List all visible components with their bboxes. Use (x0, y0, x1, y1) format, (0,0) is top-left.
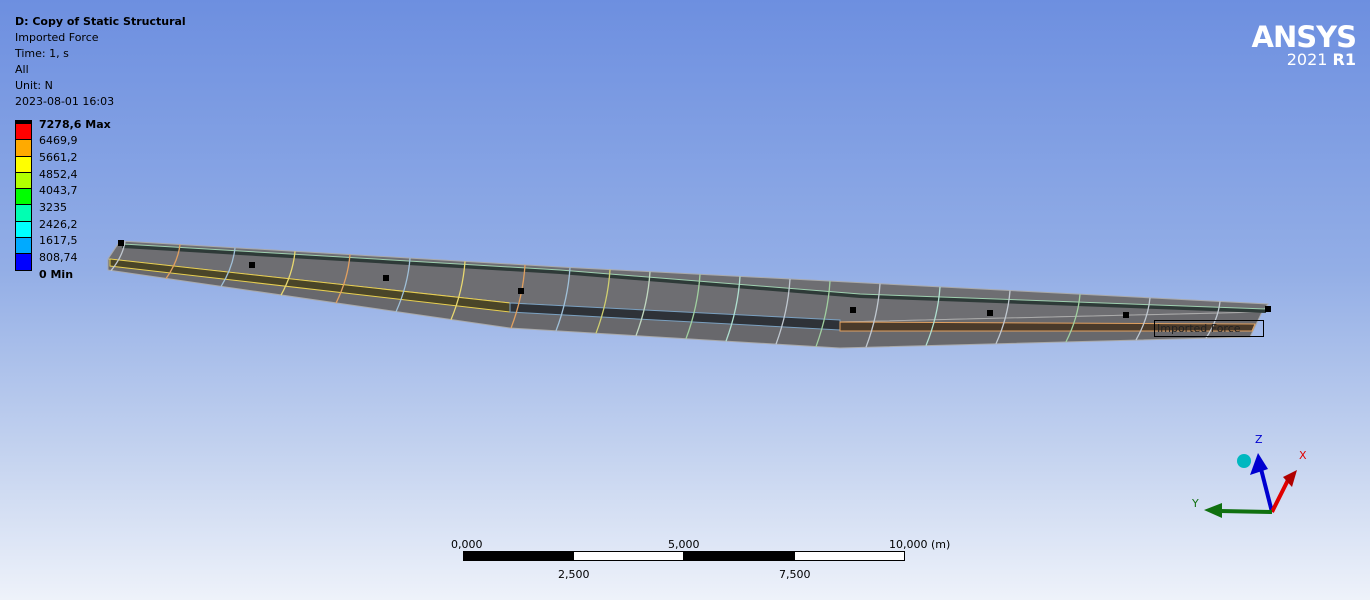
scale-tick: 0,000 (451, 538, 483, 551)
model-viewport[interactable] (0, 0, 1370, 600)
x-axis (1270, 479, 1290, 513)
y-axis (1219, 509, 1273, 514)
iso-view-ball[interactable] (1237, 454, 1251, 468)
mapping-point (518, 288, 524, 294)
z-arrow-icon (1250, 453, 1268, 475)
scale-tick: 2,500 (558, 568, 590, 581)
scale-tick: 10,000 (m) (889, 538, 951, 551)
mapping-point (987, 310, 993, 316)
mapping-point (118, 240, 124, 246)
scale-bar: 0,000 5,000 10,000 (m) 2,500 7,500 (451, 538, 950, 588)
z-axis (1258, 464, 1274, 513)
scale-seg (683, 551, 795, 561)
y-label: Y (1191, 497, 1199, 510)
scale-tick: 7,500 (779, 568, 811, 581)
scale-tick: 5,000 (668, 538, 700, 551)
axis-triad[interactable]: Z X Y (1180, 425, 1320, 525)
scale-seg (463, 551, 574, 561)
y-arrow-icon (1204, 503, 1222, 518)
scale-seg (794, 551, 905, 561)
mapping-point (249, 262, 255, 268)
mapping-point (1265, 306, 1271, 312)
z-label: Z (1255, 433, 1263, 446)
scale-seg (573, 551, 684, 561)
mapping-point (850, 307, 856, 313)
mapping-point (1123, 312, 1129, 318)
x-label: X (1299, 449, 1307, 462)
imported-force-annotation[interactable]: Imported Force (1154, 320, 1264, 337)
beam-model[interactable] (107, 240, 1271, 349)
mapping-point (383, 275, 389, 281)
